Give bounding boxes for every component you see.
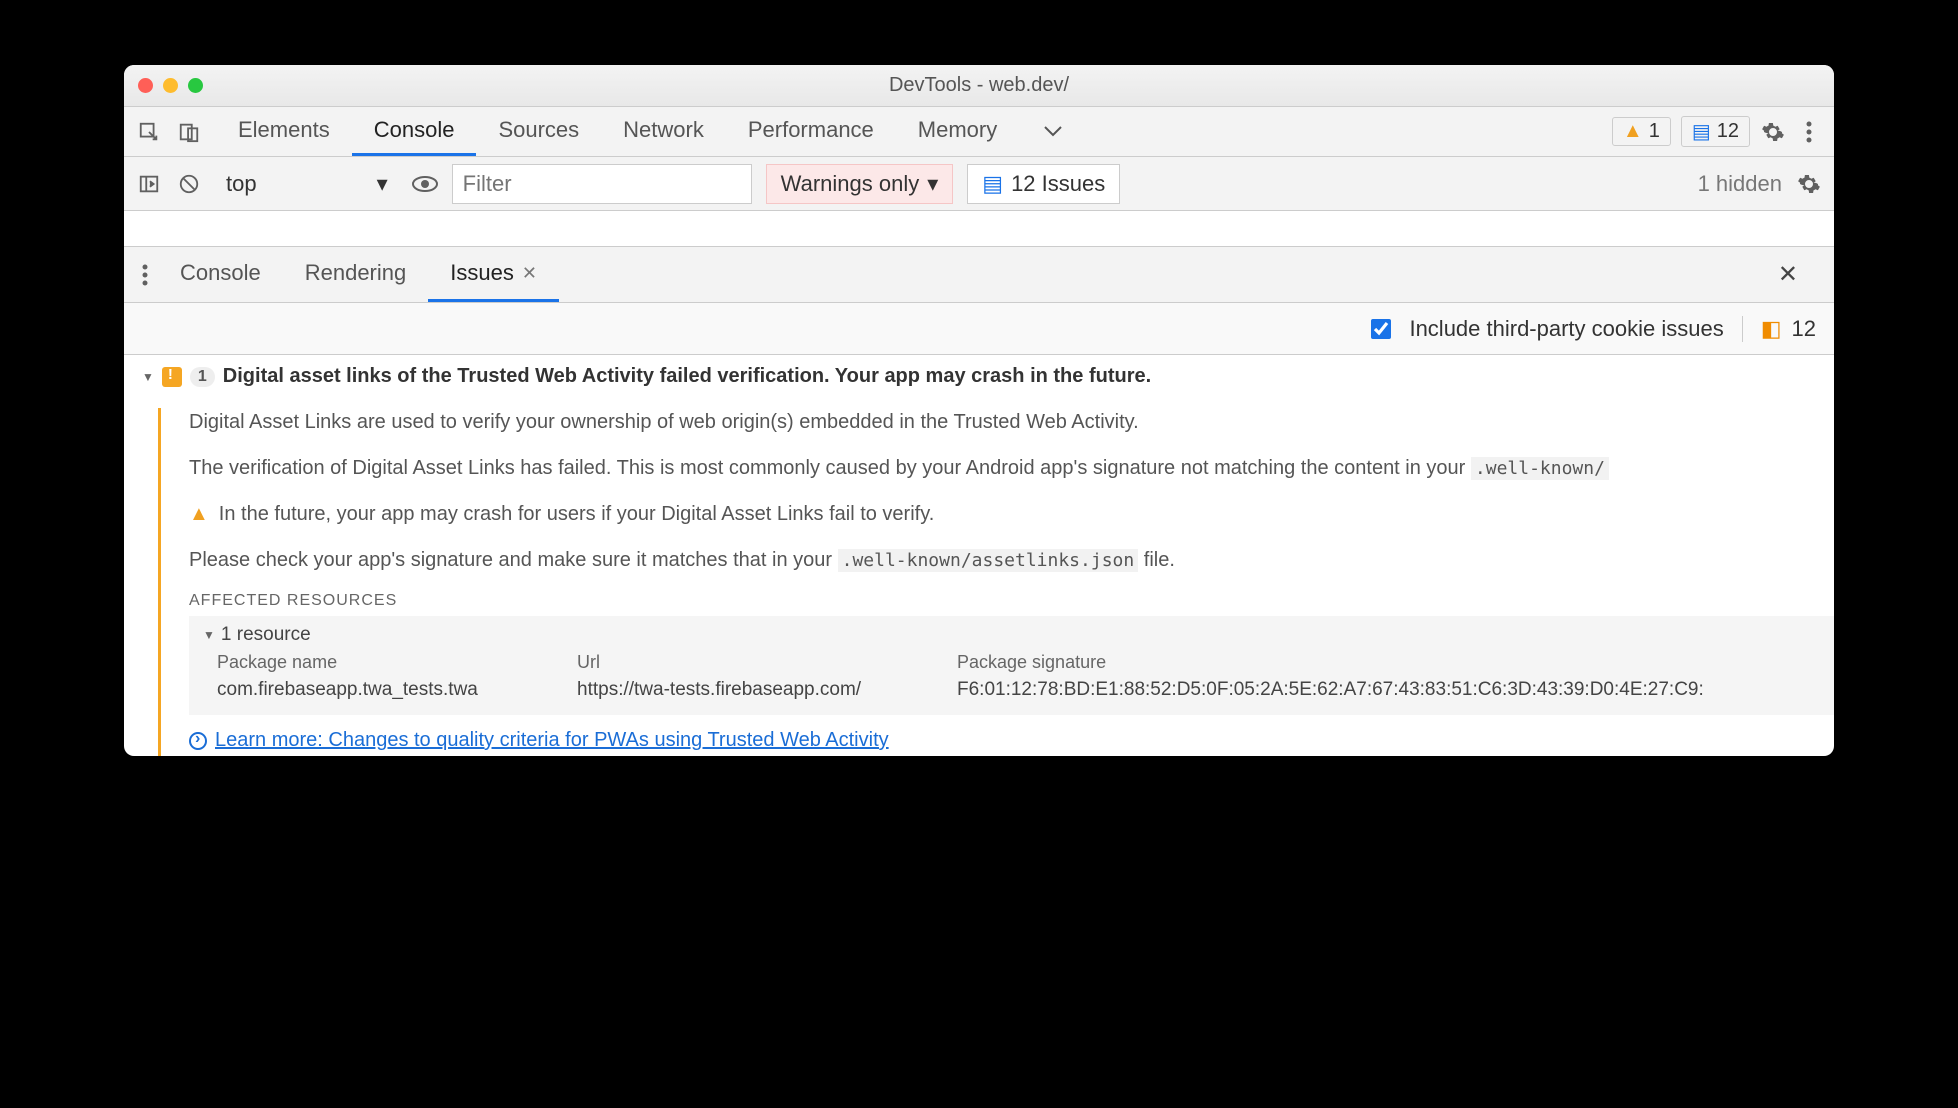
resource-count: 1 resource <box>221 624 311 646</box>
learn-more-row: Learn more: Changes to quality criteria … <box>189 729 1834 752</box>
execution-context-select[interactable]: top ▾ <box>216 171 398 197</box>
settings-gear-icon[interactable] <box>1760 119 1786 145</box>
drawer-tab-label: Rendering <box>305 260 407 286</box>
window-titlebar: DevTools - web.dev/ <box>124 65 1834 107</box>
issue-paragraph: Digital Asset Links are used to verify y… <box>189 408 1834 436</box>
window-title: DevTools - web.dev/ <box>124 74 1834 97</box>
resource-table: Package name Url Package signature com.f… <box>203 652 1820 701</box>
main-toolbar: Elements Console Sources Network Perform… <box>124 107 1834 157</box>
text-span: In the future, your app may crash for us… <box>219 500 935 528</box>
issues-toolbar: Include third-party cookie issues ◧ 12 <box>124 303 1834 355</box>
drawer-tab-issues[interactable]: Issues ✕ <box>428 247 559 302</box>
close-tab-icon[interactable]: ✕ <box>522 263 537 284</box>
cell-url: https://twa-tests.firebaseapp.com/ <box>577 679 937 701</box>
tab-performance[interactable]: Performance <box>726 107 896 156</box>
tab-console[interactable]: Console <box>352 107 477 156</box>
column-header-signature: Package signature <box>957 652 1820 673</box>
code-span: .well-known/ <box>1471 457 1609 480</box>
drawer-more-icon[interactable] <box>132 262 158 288</box>
console-settings-gear-icon[interactable] <box>1796 171 1822 197</box>
clear-console-icon[interactable] <box>176 171 202 197</box>
code-span: .well-known/assetlinks.json <box>838 549 1139 572</box>
toggle-sidebar-icon[interactable] <box>136 171 162 197</box>
warnings-badge[interactable]: ▲ 1 <box>1612 117 1671 146</box>
drawer-tabs: Console Rendering Issues ✕ ✕ <box>124 247 1834 303</box>
include-third-party-label: Include third-party cookie issues <box>1409 316 1723 342</box>
warning-triangle-icon: ▲ <box>1623 120 1643 143</box>
column-header-package: Package name <box>217 652 557 673</box>
more-tabs-button[interactable] <box>1019 107 1087 156</box>
inspect-element-icon[interactable] <box>136 119 162 145</box>
open-issues-button[interactable]: ▤ 12 Issues <box>967 164 1120 204</box>
issue-paragraph: The verification of Digital Asset Links … <box>189 454 1834 482</box>
include-third-party-checkbox[interactable] <box>1371 319 1391 339</box>
issue-list: ▼ 1 Digital asset links of the Trusted W… <box>124 355 1834 756</box>
resource-disclosure[interactable]: ▼ 1 resource <box>203 624 1820 652</box>
filter-input[interactable] <box>452 164 752 204</box>
hidden-messages-label[interactable]: 1 hidden <box>1698 171 1782 197</box>
tab-elements[interactable]: Elements <box>216 107 352 156</box>
toolbar-right: ▲ 1 ▤ 12 <box>1612 116 1822 147</box>
chevron-down-icon: ▾ <box>377 171 388 197</box>
issue-warning-paragraph: ▲ In the future, your app may crash for … <box>189 500 1834 528</box>
close-drawer-icon[interactable]: ✕ <box>1764 261 1812 288</box>
minimize-window-button[interactable] <box>163 78 178 93</box>
tab-network[interactable]: Network <box>601 107 726 156</box>
text-span: Please check your app's signature and ma… <box>189 549 838 571</box>
issues-button-label: 12 Issues <box>1011 171 1105 197</box>
drawer-tab-rendering[interactable]: Rendering <box>283 247 429 302</box>
affected-resources-block: ▼ 1 resource Package name Url Package si… <box>189 616 1834 715</box>
log-levels-select[interactable]: Warnings only ▾ <box>766 164 954 204</box>
warnings-count: 1 <box>1649 120 1660 143</box>
issues-count-value: 12 <box>1792 316 1816 342</box>
console-output-area[interactable] <box>124 211 1834 247</box>
issue-header[interactable]: ▼ 1 Digital asset links of the Trusted W… <box>142 365 1834 398</box>
issues-count-badge: 12 <box>1717 120 1739 143</box>
drawer-tab-console[interactable]: Console <box>158 247 283 302</box>
drawer-tab-label: Issues <box>450 260 514 286</box>
learn-more-link[interactable]: Learn more: Changes to quality criteria … <box>215 729 889 752</box>
affected-resources-label: AFFECTED RESOURCES <box>189 592 1834 610</box>
warning-triangle-icon: ▲ <box>189 500 209 528</box>
tab-memory[interactable]: Memory <box>896 107 1019 156</box>
disclosure-triangle-icon[interactable]: ▼ <box>142 370 154 384</box>
main-tabs: Elements Console Sources Network Perform… <box>216 107 1087 156</box>
more-options-icon[interactable] <box>1796 119 1822 145</box>
issue-body: Digital Asset Links are used to verify y… <box>158 408 1834 756</box>
levels-label: Warnings only <box>781 171 920 197</box>
cell-package-name: com.firebaseapp.twa_tests.twa <box>217 679 557 701</box>
disclosure-triangle-icon: ▼ <box>203 628 215 642</box>
device-toggle-icon[interactable] <box>176 119 202 145</box>
column-header-url: Url <box>577 652 937 673</box>
context-label: top <box>226 171 257 197</box>
text-span: The verification of Digital Asset Links … <box>189 457 1471 479</box>
maximize-window-button[interactable] <box>188 78 203 93</box>
drawer-tab-label: Console <box>180 260 261 286</box>
issue-title: Digital asset links of the Trusted Web A… <box>223 365 1151 388</box>
text-span: file. <box>1138 549 1175 571</box>
issues-badge[interactable]: ▤ 12 <box>1681 116 1750 147</box>
learn-more-arrow-icon <box>189 732 207 750</box>
cell-signature: F6:01:12:78:BD:E1:88:52:D5:0F:05:2A:5E:6… <box>957 679 1820 701</box>
warning-flag-icon: ◧ <box>1761 316 1782 342</box>
issue-paragraph: Please check your app's signature and ma… <box>189 546 1834 574</box>
live-expression-icon[interactable] <box>412 171 438 197</box>
tab-sources[interactable]: Sources <box>476 107 601 156</box>
close-window-button[interactable] <box>138 78 153 93</box>
console-filter-bar: top ▾ Warnings only ▾ ▤ 12 Issues 1 hidd… <box>124 157 1834 211</box>
total-issues-count: ◧ 12 <box>1742 316 1816 342</box>
issue-severity-icon <box>162 367 182 387</box>
issue-flag-icon: ▤ <box>982 171 1003 197</box>
traffic-lights <box>138 78 203 93</box>
chevron-down-icon: ▾ <box>927 171 938 197</box>
devtools-window: DevTools - web.dev/ Elements Console Sou… <box>124 65 1834 756</box>
issue-occurrence-count: 1 <box>190 367 215 387</box>
issue-flag-icon: ▤ <box>1692 119 1711 144</box>
